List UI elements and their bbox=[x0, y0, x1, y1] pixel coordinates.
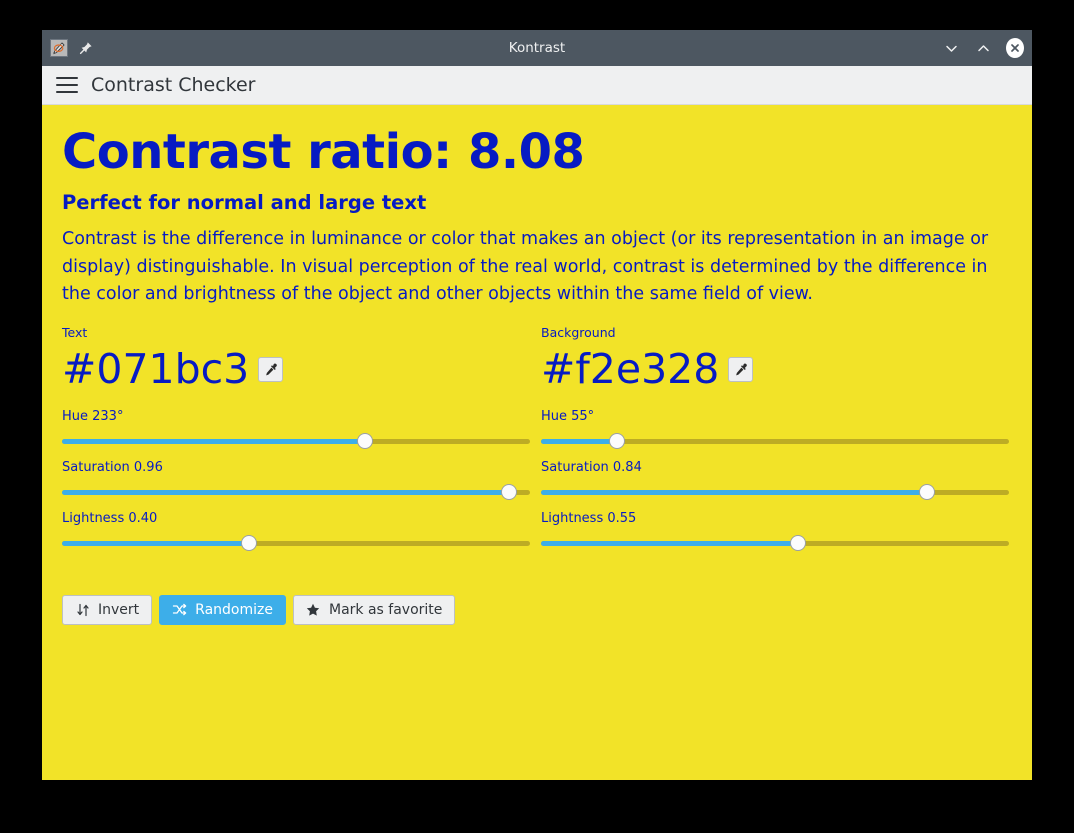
slider-handle[interactable] bbox=[501, 484, 517, 500]
invert-button[interactable]: Invert bbox=[62, 595, 152, 625]
window-title: Kontrast bbox=[42, 40, 1032, 56]
background-color-column: Background #f2e328 Hue 55° bbox=[541, 325, 1012, 551]
background-lightness-slider[interactable] bbox=[541, 535, 1009, 551]
background-hex-row: #f2e328 bbox=[541, 342, 1012, 398]
background-color-label: Background bbox=[541, 325, 1012, 340]
background-saturation-label: Saturation 0.84 bbox=[541, 460, 1012, 475]
title-bar: Kontrast bbox=[42, 30, 1032, 66]
background-hue-slider-group: Hue 55° bbox=[541, 409, 1012, 449]
favorite-button[interactable]: Mark as favorite bbox=[293, 595, 455, 625]
randomize-button[interactable]: Randomize bbox=[159, 595, 286, 625]
header-bar: Contrast Checker bbox=[42, 66, 1032, 105]
text-hue-slider[interactable] bbox=[62, 433, 530, 449]
slider-handle[interactable] bbox=[357, 433, 373, 449]
text-lightness-slider[interactable] bbox=[62, 535, 530, 551]
slider-handle[interactable] bbox=[241, 535, 257, 551]
close-x-icon[interactable] bbox=[1006, 39, 1024, 57]
slider-handle[interactable] bbox=[609, 433, 625, 449]
background-hex-input[interactable]: #f2e328 bbox=[541, 349, 719, 390]
background-eyedropper-icon[interactable] bbox=[728, 357, 753, 382]
page-title: Contrast Checker bbox=[91, 74, 256, 96]
contrast-verdict: Perfect for normal and large text bbox=[62, 191, 1012, 214]
text-lightness-label: Lightness 0.40 bbox=[62, 511, 533, 526]
content-area: Contrast ratio: 8.08 Perfect for normal … bbox=[42, 105, 1032, 625]
background-hue-label: Hue 55° bbox=[541, 409, 1012, 424]
hamburger-menu-icon[interactable] bbox=[56, 77, 78, 93]
slider-fill bbox=[62, 490, 509, 495]
background-saturation-slider[interactable] bbox=[541, 484, 1009, 500]
contrast-ratio-heading: Contrast ratio: 8.08 bbox=[62, 127, 1012, 177]
text-hue-label: Hue 233° bbox=[62, 409, 533, 424]
title-bar-left-icons bbox=[50, 39, 94, 57]
text-color-column: Text #071bc3 Hue 233° bbox=[62, 325, 533, 551]
text-hex-input[interactable]: #071bc3 bbox=[62, 349, 249, 390]
text-hex-row: #071bc3 bbox=[62, 342, 533, 398]
randomize-button-label: Randomize bbox=[195, 602, 273, 618]
color-columns: Text #071bc3 Hue 233° bbox=[62, 325, 1012, 551]
slider-fill bbox=[62, 439, 365, 444]
slider-fill bbox=[541, 439, 617, 444]
invert-arrows-icon bbox=[75, 602, 90, 617]
text-saturation-slider[interactable] bbox=[62, 484, 530, 500]
background-hue-slider[interactable] bbox=[541, 433, 1009, 449]
chevron-up-icon[interactable] bbox=[974, 39, 992, 57]
slider-fill bbox=[62, 541, 249, 546]
kontrast-window: Kontrast bbox=[42, 30, 1032, 780]
favorite-button-label: Mark as favorite bbox=[329, 602, 442, 618]
pin-icon[interactable] bbox=[78, 40, 94, 56]
invert-button-label: Invert bbox=[98, 602, 139, 618]
slider-fill bbox=[541, 541, 798, 546]
background-lightness-label: Lightness 0.55 bbox=[541, 511, 1012, 526]
slider-handle[interactable] bbox=[919, 484, 935, 500]
slider-fill bbox=[541, 490, 927, 495]
text-saturation-label: Saturation 0.96 bbox=[62, 460, 533, 475]
text-lightness-slider-group: Lightness 0.40 bbox=[62, 511, 533, 551]
text-hue-slider-group: Hue 233° bbox=[62, 409, 533, 449]
background-lightness-slider-group: Lightness 0.55 bbox=[541, 511, 1012, 551]
slider-handle[interactable] bbox=[790, 535, 806, 551]
kontrast-app-icon bbox=[50, 39, 68, 57]
window-controls bbox=[942, 39, 1024, 57]
text-eyedropper-icon[interactable] bbox=[258, 357, 283, 382]
star-icon bbox=[306, 602, 321, 617]
text-saturation-slider-group: Saturation 0.96 bbox=[62, 460, 533, 500]
chevron-down-icon[interactable] bbox=[942, 39, 960, 57]
background-saturation-slider-group: Saturation 0.84 bbox=[541, 460, 1012, 500]
actions-row: Invert Randomize bbox=[62, 595, 1012, 625]
text-color-label: Text bbox=[62, 325, 533, 340]
contrast-description: Contrast is the difference in luminance … bbox=[62, 226, 1012, 308]
shuffle-icon bbox=[172, 602, 187, 617]
